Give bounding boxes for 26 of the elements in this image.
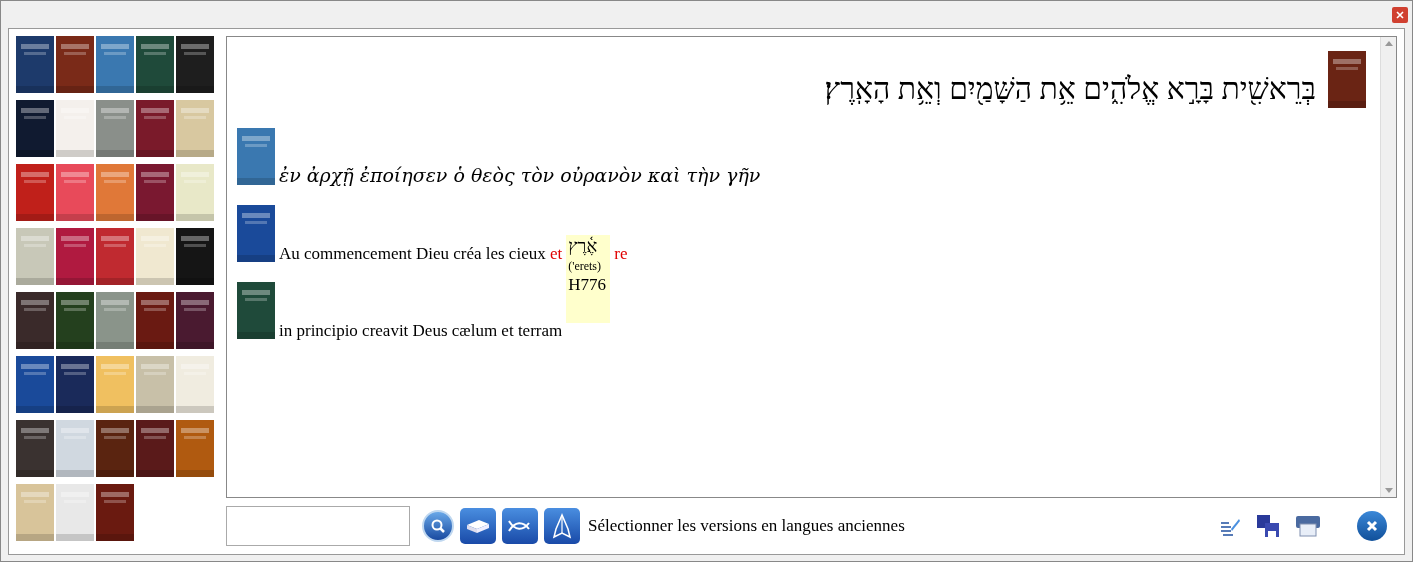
book-icon xyxy=(465,517,491,535)
printer-icon xyxy=(1294,514,1322,538)
verse-text: in principio creavit Deus cælum et terram xyxy=(279,322,563,339)
verse-text: ἐν ἀρχῇ ἐποίησεν ὁ θεὸς τὸν οὐρανὸν καὶ τὴν γῆν xyxy=(279,166,761,185)
highlighted-word: re xyxy=(614,245,628,262)
fish-icon xyxy=(507,518,533,534)
search-icon xyxy=(430,518,446,534)
close-icon xyxy=(1396,10,1404,19)
close-button[interactable] xyxy=(1357,511,1387,541)
book-button[interactable] xyxy=(460,508,496,544)
verse-text: Au commencement Dieu créa les cieux xyxy=(279,245,547,262)
fish-button[interactable] xyxy=(502,508,538,544)
close-button[interactable] xyxy=(1392,6,1408,23)
scroll-down-icon xyxy=(1384,488,1393,493)
status-text: Sélectionner les versions en langues anciennes xyxy=(588,515,905,538)
hebrew-word: אֶ֫רֶץ xyxy=(568,237,598,255)
print-button[interactable] xyxy=(1293,513,1323,539)
strong-number: H776 xyxy=(568,274,606,296)
highlighted-word: et xyxy=(549,245,563,262)
scroll-up-icon xyxy=(1384,41,1393,46)
search-field[interactable] xyxy=(226,506,410,546)
close-icon xyxy=(1366,520,1378,532)
search-button[interactable] xyxy=(422,510,454,542)
scrollbar[interactable] xyxy=(1380,37,1396,497)
verse-text: בְּרֵאשִׁ֖ית בָּרָ֣א אֱלֹהִ֑ים אֵ֥ת הַשָּׁמַ֖יִם וְאֵ֥ת הָאָֽרֶץ׃ xyxy=(824,74,1316,104)
transliteration: ('erets) xyxy=(568,259,602,274)
